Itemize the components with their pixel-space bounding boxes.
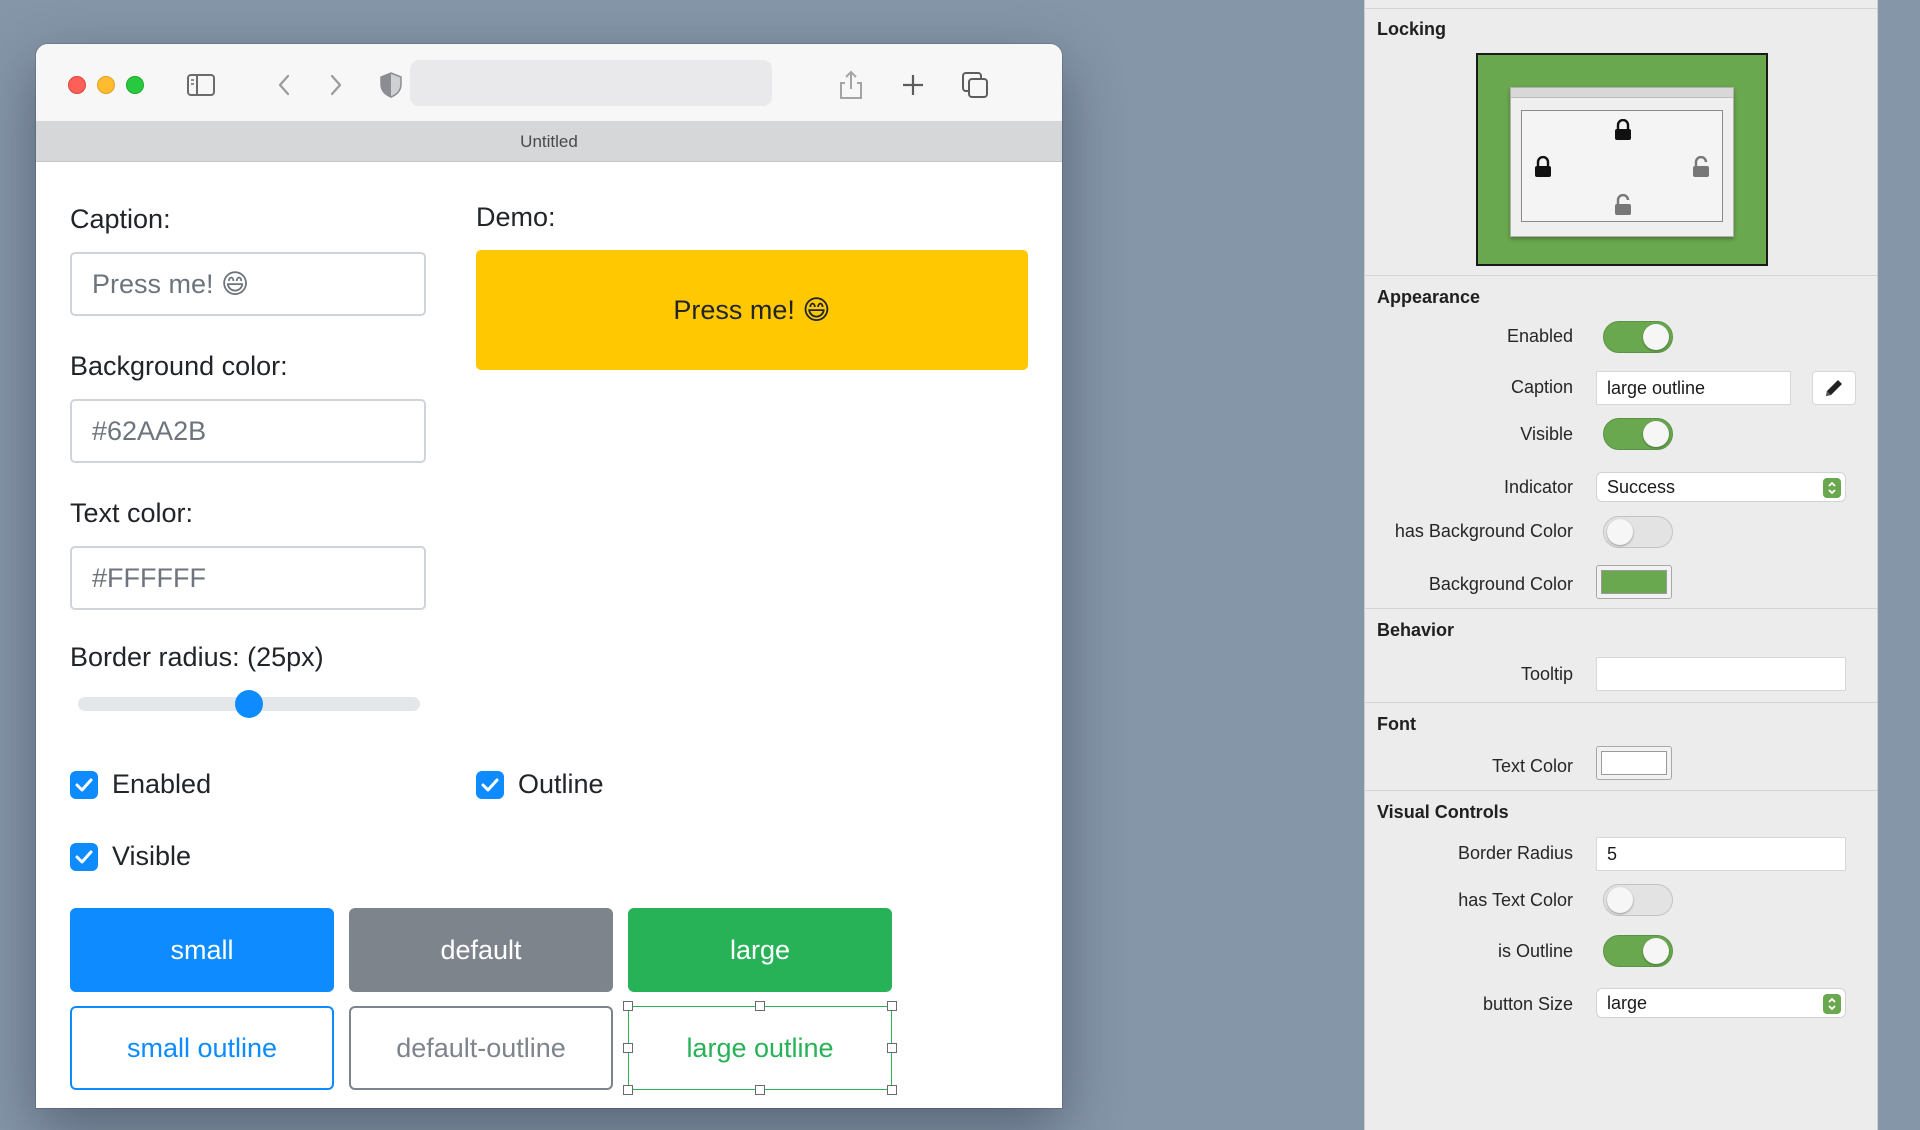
- caption-prop-label: Caption: [1510, 377, 1573, 397]
- background-color-input[interactable]: #62AA2B: [70, 399, 426, 463]
- enabled-toggle[interactable]: [1603, 321, 1673, 353]
- border-radius-prop-label: Border Radius: [1457, 843, 1573, 863]
- tooltip-input[interactable]: [1596, 657, 1846, 691]
- selection-handle[interactable]: [887, 1001, 897, 1011]
- border-radius-slider[interactable]: [78, 690, 420, 718]
- border-radius-label: Border radius: (25px): [70, 642, 324, 672]
- browser-window: Untitled Caption: Press me! 😄 Background…: [36, 44, 1062, 1108]
- tab-overview-icon[interactable]: [958, 68, 992, 102]
- behavior-section-title: Behavior: [1377, 620, 1455, 640]
- visible-toggle[interactable]: [1603, 418, 1673, 450]
- selection-handle[interactable]: [755, 1085, 765, 1095]
- outline-checkbox[interactable]: Outline: [476, 769, 604, 800]
- checkmark-icon: [70, 770, 98, 799]
- page-content: Caption: Press me! 😄 Background color: #…: [36, 162, 1062, 1108]
- selection-handle[interactable]: [887, 1085, 897, 1095]
- divider: [1365, 8, 1877, 9]
- visible-checkbox-label: Visible: [112, 841, 192, 871]
- divider: [1365, 702, 1877, 703]
- text-color-prop-label: Text Color: [1491, 756, 1573, 776]
- selection-handle[interactable]: [623, 1085, 633, 1095]
- enabled-checkbox[interactable]: Enabled: [70, 769, 211, 800]
- indicator-select-value: Success: [1607, 476, 1676, 497]
- indicator-prop-label: Indicator: [1503, 477, 1573, 497]
- new-tab-icon[interactable]: [896, 68, 930, 102]
- back-icon[interactable]: [272, 68, 296, 102]
- tab-bar: Untitled: [36, 122, 1062, 162]
- text-color-input[interactable]: #FFFFFF: [70, 546, 426, 610]
- button-size-label: button Size: [1482, 994, 1573, 1014]
- locking-widget[interactable]: [1476, 53, 1768, 266]
- demo-button[interactable]: Press me! 😄: [476, 250, 1028, 370]
- outline-checkbox-label: Outline: [518, 769, 604, 799]
- divider: [1365, 790, 1877, 791]
- caption-input[interactable]: Press me! 😄: [70, 252, 426, 316]
- caption-label: Caption:: [70, 204, 171, 234]
- divider: [1365, 275, 1877, 276]
- minimize-window-button[interactable]: [97, 76, 115, 94]
- background-color-prop-label: Background Color: [1428, 574, 1573, 594]
- default-button[interactable]: default: [349, 908, 613, 992]
- button-size-select[interactable]: large: [1596, 988, 1846, 1018]
- forward-icon[interactable]: [324, 68, 348, 102]
- large-button[interactable]: large: [628, 908, 892, 992]
- demo-label: Demo:: [476, 202, 556, 232]
- divider: [1365, 608, 1877, 609]
- small-button[interactable]: small: [70, 908, 334, 992]
- checkmark-icon: [70, 842, 98, 871]
- is-outline-label: is Outline: [1497, 941, 1573, 961]
- selection-handle[interactable]: [623, 1043, 633, 1053]
- visible-prop-label: Visible: [1520, 424, 1573, 444]
- default-outline-button[interactable]: default-outline: [349, 1006, 613, 1090]
- locking-preview-window: [1510, 87, 1734, 237]
- background-color-swatch[interactable]: [1596, 565, 1672, 599]
- button-size-select-value: large: [1607, 992, 1648, 1013]
- selection-handle[interactable]: [887, 1043, 897, 1053]
- stepper-icon: [1823, 478, 1841, 498]
- text-color-swatch[interactable]: [1596, 746, 1672, 780]
- visual-controls-section-title: Visual Controls: [1377, 802, 1509, 822]
- appearance-section-title: Appearance: [1377, 287, 1481, 307]
- selection-handle[interactable]: [755, 1001, 765, 1011]
- locking-section-title: Locking: [1377, 19, 1447, 39]
- selection-handle[interactable]: [623, 1001, 633, 1011]
- address-bar[interactable]: [410, 60, 772, 106]
- zoom-window-button[interactable]: [126, 76, 144, 94]
- visible-checkbox[interactable]: Visible: [70, 841, 191, 872]
- tab-title[interactable]: Untitled: [520, 132, 578, 152]
- caption-prop-input[interactable]: large outline: [1596, 371, 1791, 405]
- slider-thumb[interactable]: [235, 690, 263, 718]
- browser-toolbar: [36, 44, 1062, 122]
- edit-pencil-button[interactable]: [1812, 371, 1856, 405]
- has-background-color-label: has Background Color: [1394, 521, 1573, 541]
- tooltip-prop-label: Tooltip: [1520, 664, 1573, 684]
- share-icon[interactable]: [834, 68, 868, 102]
- stepper-icon: [1823, 994, 1841, 1014]
- close-window-button[interactable]: [68, 76, 86, 94]
- lock-top-icon[interactable]: [1613, 118, 1633, 146]
- has-background-color-toggle[interactable]: [1603, 516, 1673, 548]
- has-text-color-toggle[interactable]: [1603, 884, 1673, 916]
- has-text-color-label: has Text Color: [1458, 890, 1573, 910]
- background-color-label: Background color:: [70, 351, 288, 381]
- font-section-title: Font: [1377, 714, 1416, 734]
- unlock-bottom-icon[interactable]: [1613, 193, 1633, 221]
- large-outline-button[interactable]: large outline: [628, 1006, 892, 1090]
- unlock-right-icon[interactable]: [1691, 155, 1711, 183]
- indicator-select[interactable]: Success: [1596, 472, 1846, 502]
- enabled-checkbox-label: Enabled: [112, 769, 212, 799]
- is-outline-toggle[interactable]: [1603, 935, 1673, 967]
- sidebar-toggle-icon[interactable]: [184, 68, 218, 102]
- border-radius-input[interactable]: 5: [1596, 837, 1846, 871]
- small-outline-button[interactable]: small outline: [70, 1006, 334, 1090]
- shield-icon[interactable]: [376, 68, 406, 102]
- lock-left-icon[interactable]: [1533, 155, 1553, 183]
- enabled-prop-label: Enabled: [1506, 326, 1573, 346]
- pencil-icon: [1826, 380, 1842, 396]
- inspector-panel: Locking Appearance Enabled Caption large…: [1364, 0, 1878, 1130]
- text-color-label: Text color:: [70, 498, 194, 528]
- checkmark-icon: [476, 770, 504, 799]
